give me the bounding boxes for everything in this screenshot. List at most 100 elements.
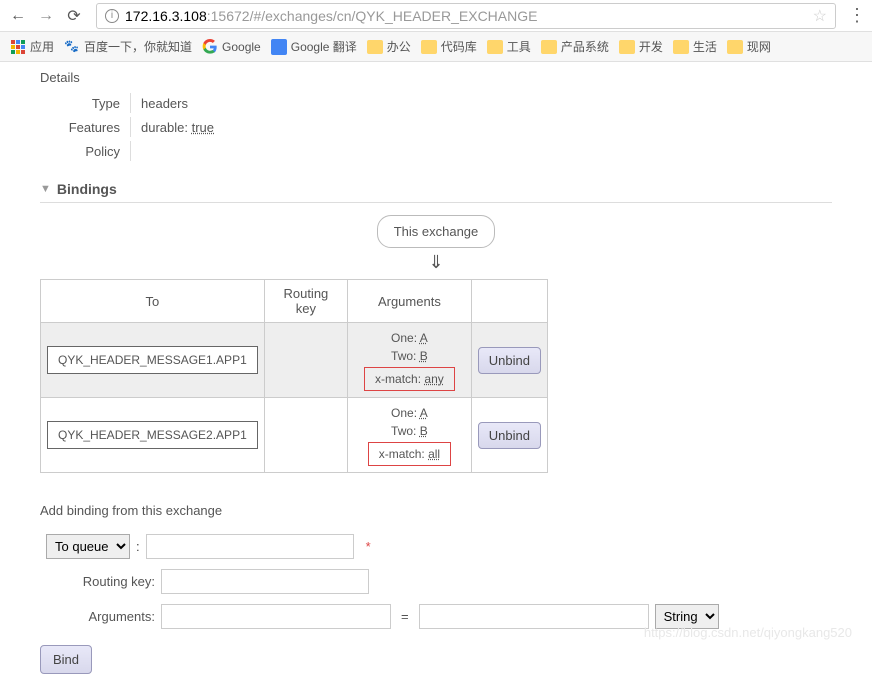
cell-actions: Unbind [471,323,547,398]
folder-icon [367,40,383,54]
th-actions [471,280,547,323]
bookmark-folder[interactable]: 生活 [673,38,717,55]
queue-link[interactable]: QYK_HEADER_MESSAGE1.APP1 [47,346,258,374]
menu-icon[interactable]: ⋮ [848,5,866,26]
routing-key-label: Routing key: [40,574,155,589]
main-content: Details Type headers Features durable: t… [0,62,872,694]
details-heading: Details [40,66,832,91]
folder-icon [673,40,689,54]
reload-button[interactable]: ⟳ [62,4,86,28]
prop-row-policy: Policy [60,139,832,163]
down-arrow-icon: ⇓ [40,252,832,273]
xmatch-value: any [424,372,443,386]
table-row: QYK_HEADER_MESSAGE1.APP1 One: A Two: B x… [41,323,548,398]
argument-key-input[interactable] [161,604,391,629]
bindings-table: To Routing key Arguments QYK_HEADER_MESS… [40,279,548,473]
xmatch-key: x-match: [379,447,425,461]
folder-icon [421,40,437,54]
th-arguments: Arguments [348,280,472,323]
feature-value: true [192,120,214,135]
bookmark-label: 百度一下，你就知道 [84,38,192,55]
unbind-button[interactable]: Unbind [478,347,541,374]
bookmark-label: Google 翻译 [291,38,357,55]
bookmark-label: 办公 [387,38,411,55]
details-properties: Type headers Features durable: true Poli… [60,91,832,163]
cell-to: QYK_HEADER_MESSAGE1.APP1 [41,323,265,398]
bookmark-label: 生活 [693,38,717,55]
cell-to: QYK_HEADER_MESSAGE2.APP1 [41,398,265,473]
google-icon [202,39,218,55]
exchange-diagram: This exchange [40,215,832,248]
this-exchange-box: This exchange [377,215,496,248]
address-bar[interactable]: i 172.16.3.108:15672/#/exchanges/cn/QYK_… [96,3,836,29]
prop-label: Features [60,120,130,135]
arg-value: A [420,331,428,345]
bookmark-folder[interactable]: 工具 [487,38,531,55]
url-text: 172.16.3.108:15672/#/exchanges/cn/QYK_HE… [125,8,537,24]
bookmarks-bar: 应用 🐾 百度一下，你就知道 Google Google 翻译 办公 代码库 工… [0,32,872,62]
bookmark-folder[interactable]: 现网 [727,38,771,55]
bookmark-folder[interactable]: 开发 [619,38,663,55]
bookmark-label: Google [222,40,261,54]
bookmark-label: 产品系统 [561,38,609,55]
arg-value: A [420,406,428,420]
back-button[interactable]: ← [6,4,30,28]
form-row-routing-key: Routing key: [40,569,832,594]
forward-button[interactable]: → [34,4,58,28]
folder-icon [619,40,635,54]
colon: : [136,539,140,554]
destination-name-input[interactable] [146,534,354,559]
prop-label: Policy [60,144,130,159]
folder-icon [487,40,503,54]
prop-label: Type [60,96,130,111]
bookmark-label: 开发 [639,38,663,55]
bookmark-folder[interactable]: 代码库 [421,38,477,55]
bookmark-folder[interactable]: 产品系统 [541,38,609,55]
xmatch-highlight: x-match: any [364,367,455,391]
bookmark-star-icon[interactable]: ☆ [813,6,827,26]
prop-row-features: Features durable: true [60,115,832,139]
cell-arguments: One: A Two: B x-match: any [348,323,472,398]
argument-value-input[interactable] [419,604,649,629]
xmatch-key: x-match: [375,372,421,386]
folder-icon [541,40,557,54]
apps-button[interactable]: 应用 [10,38,54,55]
prop-value: durable: true [130,117,214,137]
bookmark-label: 代码库 [441,38,477,55]
destination-type-select[interactable]: To queue [46,534,130,559]
cell-actions: Unbind [471,398,547,473]
apps-icon [10,39,26,55]
bookmark-google[interactable]: Google [202,39,261,55]
required-marker: * [366,539,371,554]
arg-value: B [420,424,428,438]
bindings-section-header[interactable]: ▼ Bindings [40,181,832,203]
prop-value: headers [130,93,188,113]
arguments-label: Arguments: [40,609,155,624]
table-header-row: To Routing key Arguments [41,280,548,323]
queue-link[interactable]: QYK_HEADER_MESSAGE2.APP1 [47,421,258,449]
feature-key: durable: [141,120,188,135]
collapse-icon: ▼ [40,183,51,195]
add-binding-heading: Add binding from this exchange [40,503,832,518]
th-routing-key: Routing key [264,280,347,323]
bookmark-label: 工具 [507,38,531,55]
browser-toolbar: ← → ⟳ i 172.16.3.108:15672/#/exchanges/c… [0,0,872,32]
info-icon: i [105,9,119,23]
th-to: To [41,280,265,323]
watermark: https://blog.csdn.net/qiyongkang520 [644,625,852,640]
form-row-destination: To queue : * [40,534,832,559]
folder-icon [727,40,743,54]
bookmark-folder[interactable]: 办公 [367,38,411,55]
routing-key-input[interactable] [161,569,369,594]
cell-arguments: One: A Two: B x-match: all [348,398,472,473]
section-title: Bindings [57,181,117,197]
bookmark-baidu[interactable]: 🐾 百度一下，你就知道 [64,38,192,55]
bind-button[interactable]: Bind [40,645,92,674]
prop-value [130,141,141,161]
bookmark-google-translate[interactable]: Google 翻译 [271,38,357,55]
equals-sign: = [397,609,413,624]
cell-routing-key [264,323,347,398]
cell-routing-key [264,398,347,473]
xmatch-highlight: x-match: all [368,442,451,466]
unbind-button[interactable]: Unbind [478,422,541,449]
